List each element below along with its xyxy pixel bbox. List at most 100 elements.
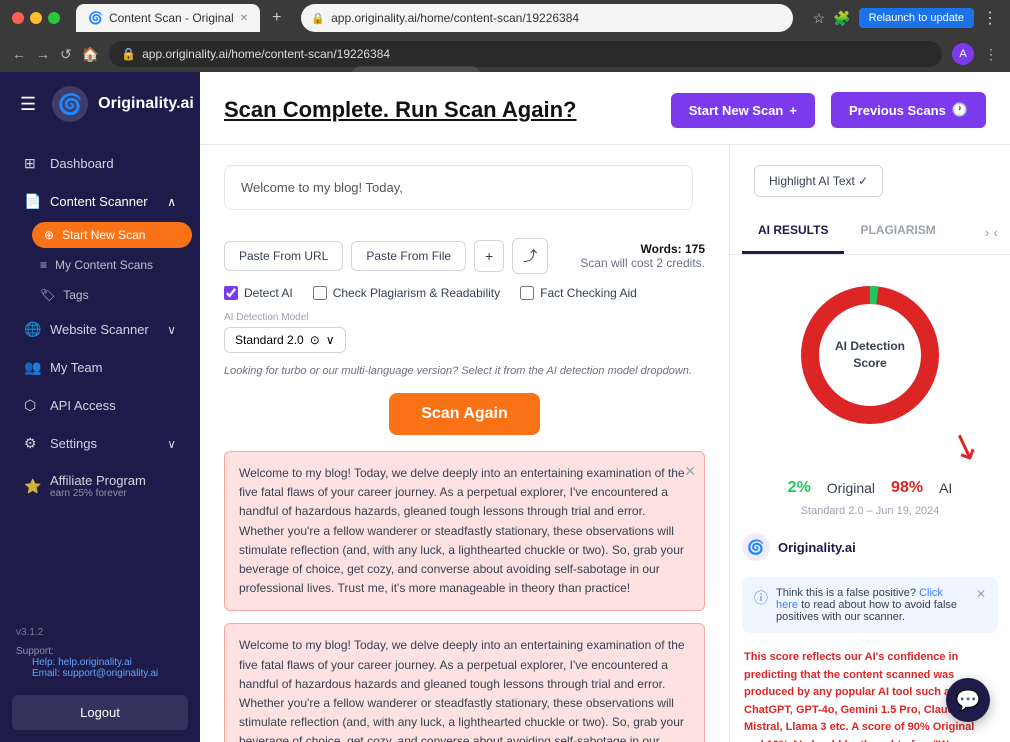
affiliate-label: Affiliate Program (50, 473, 146, 488)
detect-ai-input[interactable] (224, 286, 238, 300)
sidebar-sub-label: My Content Scans (55, 258, 153, 272)
close-block-1-btn[interactable]: ✕ (684, 460, 696, 482)
fp-suffix: to read about how to avoid false positiv… (776, 599, 957, 623)
text-block-2-content: Welcome to my blog! Today, we delve deep… (239, 638, 685, 742)
score-row: 2% Original 98% AI (730, 471, 1010, 505)
plagiarism-tab-label: PLAGIARISM (860, 223, 935, 237)
browser-tab[interactable]: 🌀 Content Scan - Original ✕ (76, 4, 260, 32)
extensions-icon[interactable]: 🧩 (833, 10, 850, 27)
plagiarism-input[interactable] (313, 286, 327, 300)
sidebar-item-label: Website Scanner (50, 322, 149, 337)
brand-name-result: Originality.ai (778, 540, 856, 555)
forward-btn[interactable]: → (36, 46, 50, 62)
fact-check-checkbox[interactable]: Fact Checking Aid (520, 286, 637, 300)
sidebar-sub-my-content-scans[interactable]: ≡ My Content Scans (0, 250, 200, 280)
fp-close-btn[interactable]: ✕ (976, 587, 986, 601)
list-icon: ≡ (40, 258, 47, 272)
model-select-dropdown[interactable]: Standard 2.0 ⊙ ∨ (224, 327, 346, 353)
email-link[interactable]: Email: support@originality.ai (16, 668, 184, 679)
previous-scans-button[interactable]: Previous Scans 🕐 (831, 92, 986, 128)
profile-btn[interactable]: A (952, 43, 974, 65)
sidebar-item-content-scanner[interactable]: 📄 Content Scanner ∧ (8, 183, 192, 220)
scan-again-button[interactable]: Scan Again (389, 393, 540, 435)
sidebar-item-affiliate[interactable]: ⭐ Affiliate Program earn 25% forever (8, 463, 192, 509)
chevron-down-settings-icon: ∨ (167, 437, 176, 451)
app-header: ☰ 🌀 Originality.ai | New Content Scan ⓘ … (0, 72, 200, 136)
text-input-preview[interactable]: Welcome to my blog! Today, (224, 165, 693, 210)
right-panel-top: AI RESULTS Highlight AI Text ✓ AI RESULT… (730, 145, 1010, 255)
team-icon: 👥 (24, 359, 40, 376)
tab-favicon: 🌀 (88, 11, 103, 25)
chat-bubble-btn[interactable]: 💬 (946, 678, 990, 722)
relaunch-button[interactable]: Relaunch to update (859, 8, 974, 28)
donut-center-text: AI Detection Score (835, 338, 905, 372)
close-window-btn[interactable] (12, 12, 24, 24)
sidebar-item-dashboard[interactable]: ⊞ Dashboard (8, 145, 192, 182)
share-button[interactable]: ⤴ (512, 238, 548, 274)
original-percentage: 2% (788, 479, 811, 497)
minimize-window-btn[interactable] (30, 12, 42, 24)
tab-ai-results[interactable]: AI RESULTS (742, 209, 844, 254)
star-icon: ⭐ (24, 478, 40, 495)
content-scanner-icon: 📄 (24, 193, 40, 210)
reload-btn[interactable]: ↺ (60, 46, 72, 63)
tab-plagiarism[interactable]: PLAGIARISM (844, 209, 951, 254)
tab-close-btn[interactable]: ✕ (240, 13, 248, 24)
brand-row: 🌀 Originality.ai (730, 525, 1010, 569)
sidebar-sub-tags[interactable]: 🏷 Tags (0, 280, 200, 310)
chevron-down-icon: ∨ (167, 323, 176, 337)
maximize-window-btn[interactable] (48, 12, 60, 24)
input-row: Welcome to my blog! Today, (224, 165, 705, 226)
affiliate-label-group: Affiliate Program earn 25% forever (50, 473, 146, 499)
back-btn[interactable]: ← (12, 46, 26, 62)
tabs-next-arrow[interactable]: › (985, 224, 990, 240)
fact-check-input[interactable] (520, 286, 534, 300)
model-date: Standard 2.0 – Jun 19, 2024 (730, 505, 1010, 525)
multi-lang-message: Looking for turbo or our multi-language … (224, 365, 705, 377)
home-btn[interactable]: 🏠 (82, 46, 99, 63)
paste-url-button[interactable]: Paste From URL (224, 241, 343, 271)
main-content: Scan Complete. Run Scan Again? Start New… (200, 72, 1010, 742)
model-label: AI Detection Model (224, 312, 705, 323)
browser-menu-btn[interactable]: ⋮ (984, 46, 998, 63)
sidebar-item-my-team[interactable]: 👥 My Team (8, 349, 192, 386)
text-block-1-content: Welcome to my blog! Today, we delve deep… (239, 466, 685, 595)
checkboxes: Detect AI Check Plagiarism & Readability… (224, 286, 705, 300)
plus-icon: + (789, 103, 797, 118)
scan-label: Start New Scan (689, 103, 784, 118)
website-scanner-icon: 🌐 (24, 321, 40, 338)
left-panel: Welcome to my blog! Today, Paste From UR… (200, 145, 730, 742)
window-controls (12, 12, 60, 24)
highlight-label-visible: Highlight AI Text ✓ (769, 174, 868, 188)
sidebar-item-website-scanner[interactable]: 🌐 Website Scanner ∨ (8, 311, 192, 348)
tabs-prev-arrow[interactable]: ‹ (993, 224, 998, 240)
donut-chart-container: AI Detection Score (730, 255, 1010, 445)
sidebar-sub-start-new-scan[interactable]: ⊕ Start New Scan (32, 222, 192, 248)
highlight-ai-text-button[interactable]: AI RESULTS Highlight AI Text ✓ (754, 165, 883, 197)
add-button[interactable]: + (474, 240, 504, 272)
logout-button[interactable]: Logout (12, 695, 188, 730)
sidebar-item-api-access[interactable]: ⬡ API Access (8, 387, 192, 424)
url-text: app.originality.ai/home/content-scan/192… (331, 11, 579, 25)
menu-icon[interactable]: ⋮ (982, 8, 998, 28)
bookmark-icon[interactable]: ☆ (813, 10, 826, 27)
full-address-bar[interactable]: 🔒 app.originality.ai/home/content-scan/1… (109, 41, 942, 67)
preview-text: Welcome to my blog! Today, (241, 180, 403, 195)
new-tab-btn[interactable]: + (272, 9, 281, 27)
standard-icon: ⊙ (310, 333, 320, 347)
detect-ai-checkbox[interactable]: Detect AI (224, 286, 293, 300)
plagiarism-checkbox[interactable]: Check Plagiarism & Readability (313, 286, 500, 300)
sidebar-item-settings[interactable]: ⚙ Settings ∨ (8, 425, 192, 462)
browser-nav-bar: ← → ↺ 🏠 🔒 app.originality.ai/home/conten… (0, 36, 1010, 72)
ai-label: AI (939, 480, 952, 496)
help-link[interactable]: Help: help.originality.ai (16, 657, 184, 668)
start-new-scan-button[interactable]: Start New Scan + (671, 93, 815, 128)
hamburger-menu-btn[interactable]: ☰ (20, 94, 36, 115)
clock-icon: 🕐 (952, 102, 968, 118)
scan-header: Scan Complete. Run Scan Again? Start New… (200, 72, 1010, 145)
browser-actions: ☆ 🧩 (813, 10, 851, 27)
sidebar-sub-label: Tags (63, 288, 88, 302)
donut-line2: Score (835, 355, 905, 372)
paste-file-button[interactable]: Paste From File (351, 241, 466, 271)
address-bar[interactable]: 🔒 app.originality.ai/home/content-scan/1… (301, 4, 792, 32)
